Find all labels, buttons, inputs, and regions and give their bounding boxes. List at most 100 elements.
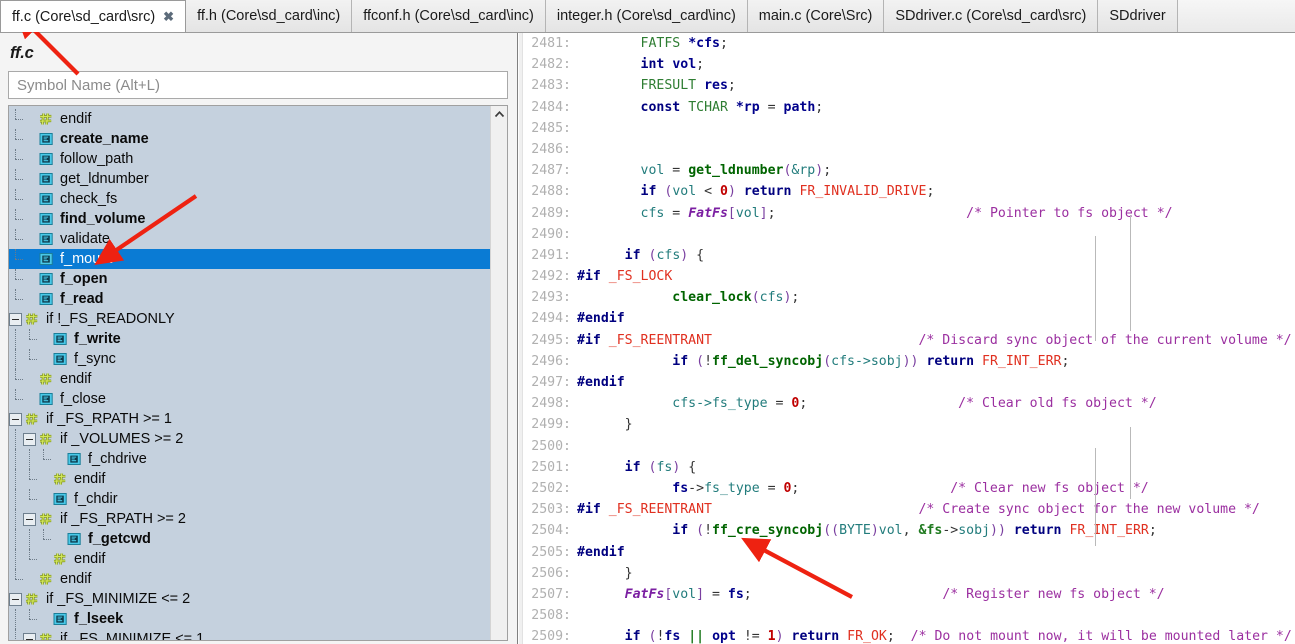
- code-line[interactable]: 2501: if (fs) {: [519, 457, 1295, 478]
- code-line[interactable]: 2492: #if _FS_LOCK: [519, 266, 1295, 287]
- symbol-tree-item-label: find_volume: [60, 211, 146, 227]
- symbol-tree-item[interactable]: endif: [9, 469, 490, 489]
- code-line[interactable]: 2506: }: [519, 563, 1295, 584]
- function-icon: [39, 392, 56, 407]
- symbol-tree-item[interactable]: f_chdrive: [9, 449, 490, 469]
- line-number: 2495:: [531, 332, 571, 348]
- code-line[interactable]: 2499: }: [519, 414, 1295, 435]
- symbol-tree-item[interactable]: f_write: [9, 329, 490, 349]
- tree-indent-elbow: [23, 609, 37, 629]
- symbol-tree-item[interactable]: f_close: [9, 389, 490, 409]
- symbol-tree-item[interactable]: if _FS_RPATH >= 1: [9, 409, 490, 429]
- symbol-tree-item[interactable]: if !_FS_READONLY: [9, 309, 490, 329]
- line-number: 2501:: [531, 459, 571, 475]
- code-line[interactable]: 2486:: [519, 139, 1295, 160]
- symbol-tree-item[interactable]: f_sync: [9, 349, 490, 369]
- symbol-tree-item[interactable]: create_name: [9, 129, 490, 149]
- tree-indent-elbow: [9, 169, 23, 189]
- scroll-up-arrow-icon[interactable]: [491, 106, 507, 123]
- code-line[interactable]: 2490:: [519, 224, 1295, 245]
- symbol-tree-item[interactable]: f_open: [9, 269, 490, 289]
- code-line[interactable]: 2481: FATFS *cfs;: [519, 33, 1295, 54]
- editor-tab[interactable]: main.c (Core\Src): [747, 0, 885, 32]
- code-line[interactable]: 2489: cfs = FatFs[vol]; /* Pointer to fs…: [519, 203, 1295, 224]
- tree-collapse-toggle[interactable]: [9, 412, 22, 426]
- code-editor-window: ff.c (Core\sd_card\src) ✖ ff.h (Core\sd_ca…: [0, 0, 1295, 644]
- code-line[interactable]: 2491: if (cfs) {: [519, 245, 1295, 266]
- symbol-tree-item-label: endif: [60, 371, 92, 387]
- line-number: 2497:: [531, 375, 571, 390]
- editor-tab[interactable]: SDdriver: [1098, 0, 1178, 32]
- symbol-tree-item[interactable]: endif: [9, 549, 490, 569]
- tab-close-icon[interactable]: ✖: [163, 9, 174, 25]
- symbol-tree-item[interactable]: endif: [9, 569, 490, 589]
- function-icon: [39, 232, 56, 247]
- code-line[interactable]: 2485:: [519, 118, 1295, 139]
- symbol-tree-item[interactable]: if _VOLUMES >= 2: [9, 429, 490, 449]
- editor-tab[interactable]: ff.c (Core\sd_card\src) ✖: [0, 0, 187, 32]
- symbol-tree-item[interactable]: if _FS_MINIMIZE <= 2: [9, 589, 490, 609]
- symbol-tree-item[interactable]: get_ldnumber: [9, 169, 490, 189]
- symbol-tree-item-label: get_ldnumber: [60, 171, 149, 187]
- code-line[interactable]: 2484: const TCHAR *rp = path;: [519, 97, 1295, 118]
- tree-collapse-toggle[interactable]: [23, 632, 36, 640]
- code-line[interactable]: 2509: if (!fs || opt != 1) return FR_OK;…: [519, 626, 1295, 644]
- symbol-tree-item-selected[interactable]: f_mount: [9, 249, 490, 269]
- code-line[interactable]: 2507: FatFs[vol] = fs; /* Register new f…: [519, 584, 1295, 605]
- code-line[interactable]: 2496: if (!ff_del_syncobj(cfs->sobj)) re…: [519, 351, 1295, 372]
- tree-indent-elbow: [9, 229, 23, 249]
- symbol-tree-item[interactable]: f_chdir: [9, 489, 490, 509]
- tree-collapse-toggle[interactable]: [9, 312, 22, 326]
- symbol-search-input[interactable]: Symbol Name (Alt+L): [8, 71, 508, 99]
- hash-icon: [39, 572, 56, 587]
- code-line[interactable]: 2498: cfs->fs_type = 0; /* Clear old fs …: [519, 393, 1295, 414]
- code-text: int vol;: [640, 57, 705, 73]
- code-line[interactable]: 2503: #if _FS_REENTRANT /* Create sync ob…: [519, 499, 1295, 520]
- code-line[interactable]: 2495: #if _FS_REENTRANT /* Discard sync o…: [519, 330, 1295, 351]
- tree-collapse-toggle[interactable]: [23, 432, 36, 446]
- symbol-tree-item[interactable]: find_volume: [9, 209, 490, 229]
- code-text: #if _FS_LOCK: [577, 269, 673, 285]
- symbol-tree[interactable]: endif create_name follow_path get_ldnumber c…: [9, 106, 490, 640]
- symbol-tree-item[interactable]: follow_path: [9, 149, 490, 169]
- code-lines[interactable]: 2481: FATFS *cfs; 2482: int vol; 2483: FRE…: [519, 33, 1295, 644]
- symbol-tree-item[interactable]: if _FS_MINIMIZE <= 1: [9, 629, 490, 640]
- code-fold-guide: [1130, 215, 1131, 331]
- tree-collapse-toggle[interactable]: [23, 512, 36, 526]
- tree-collapse-toggle[interactable]: [9, 592, 22, 606]
- code-line[interactable]: 2488: if (vol < 0) return FR_INVALID_DRI…: [519, 181, 1295, 202]
- code-line[interactable]: 2494: #endif: [519, 308, 1295, 329]
- code-line[interactable]: 2500:: [519, 436, 1295, 457]
- code-line[interactable]: 2508:: [519, 605, 1295, 626]
- code-line[interactable]: 2502: fs->fs_type = 0; /* Clear new fs o…: [519, 478, 1295, 499]
- symbol-tree-item[interactable]: f_lseek: [9, 609, 490, 629]
- code-line[interactable]: 2504: if (!ff_cre_syncobj((BYTE)vol, &fs…: [519, 520, 1295, 541]
- symbol-tree-item[interactable]: validate: [9, 229, 490, 249]
- symbol-tree-item-label: if _VOLUMES >= 2: [60, 431, 184, 447]
- editor-tab[interactable]: integer.h (Core\sd_card\inc): [545, 0, 748, 32]
- line-number: 2492:: [531, 269, 571, 285]
- code-line[interactable]: 2482: int vol;: [519, 54, 1295, 75]
- code-line[interactable]: 2487: vol = get_ldnumber(&rp);: [519, 160, 1295, 181]
- editor-tab[interactable]: ff.h (Core\sd_card\inc): [186, 0, 353, 32]
- symbol-tree-scrollbar[interactable]: [490, 106, 507, 640]
- symbol-tree-item-label: f_open: [60, 271, 108, 287]
- symbol-tree-item[interactable]: endif: [9, 109, 490, 129]
- code-line[interactable]: 2497: #endif: [519, 372, 1295, 393]
- editor-tab[interactable]: ffconf.h (Core\sd_card\inc): [352, 0, 546, 32]
- line-number: 2484:: [531, 99, 571, 115]
- editor-tab-label: ff.h (Core\sd_card\inc): [197, 8, 341, 24]
- editor-tab[interactable]: SDdriver.c (Core\sd_card\src): [884, 0, 1099, 32]
- source-code-view[interactable]: 2481: FATFS *cfs; 2482: int vol; 2483: FRE…: [519, 33, 1295, 644]
- symbol-tree-item[interactable]: check_fs: [9, 189, 490, 209]
- symbol-tree-item[interactable]: if _FS_RPATH >= 2: [9, 509, 490, 529]
- code-line[interactable]: 2505: #endif: [519, 542, 1295, 563]
- symbol-tree-item[interactable]: f_getcwd: [9, 529, 490, 549]
- line-number: 2490:: [531, 226, 571, 242]
- symbol-tree-item[interactable]: endif: [9, 369, 490, 389]
- editor-tab-bar: ff.c (Core\sd_card\src) ✖ ff.h (Core\sd_ca…: [0, 0, 1295, 33]
- code-line[interactable]: 2483: FRESULT res;: [519, 75, 1295, 96]
- code-line[interactable]: 2493: clear_lock(cfs);: [519, 287, 1295, 308]
- symbol-tree-item[interactable]: f_read: [9, 289, 490, 309]
- tree-indent-elbow: [9, 569, 23, 589]
